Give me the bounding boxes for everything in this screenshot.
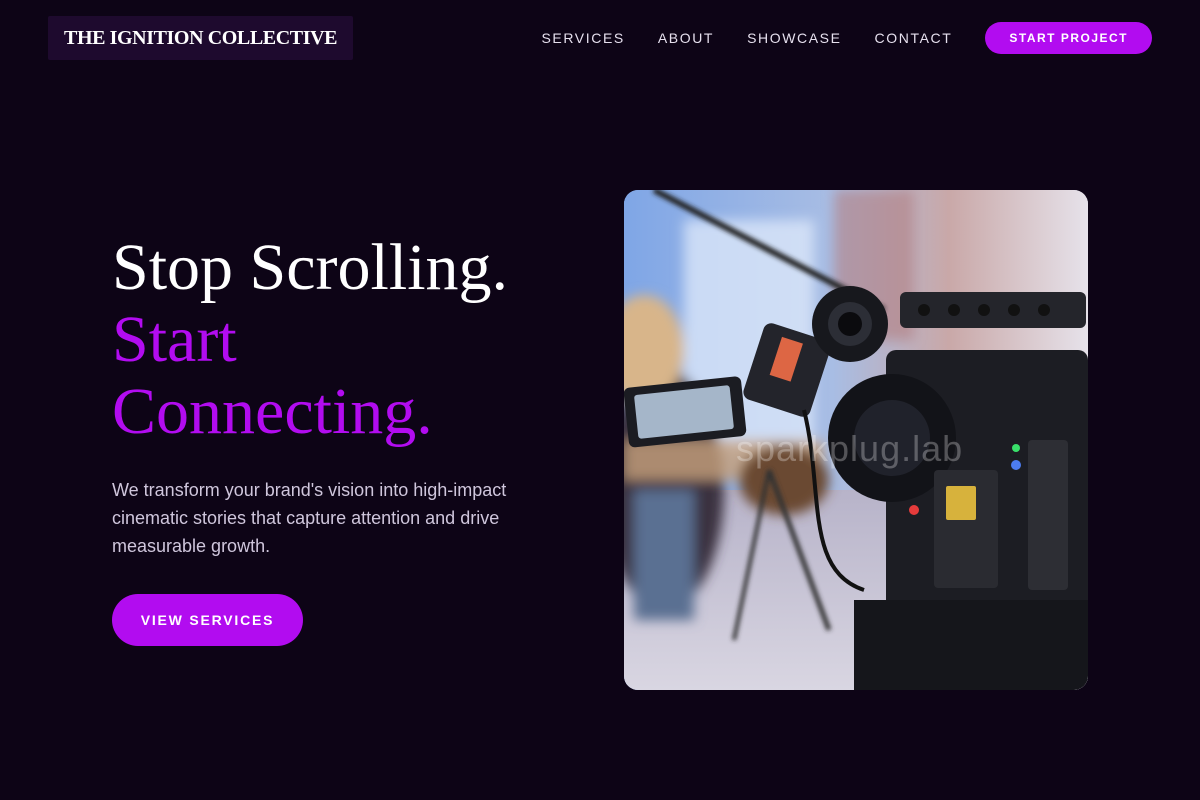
hero-section: Stop Scrolling. Start Connecting. We tra… <box>112 232 582 646</box>
headline-line-2: Start <box>112 303 237 376</box>
start-project-button[interactable]: START PROJECT <box>985 22 1152 54</box>
nav-link-about[interactable]: ABOUT <box>658 30 714 46</box>
nav-link-contact[interactable]: CONTACT <box>875 30 953 46</box>
nav-link-services[interactable]: SERVICES <box>541 30 624 46</box>
view-services-button[interactable]: VIEW SERVICES <box>112 594 303 646</box>
main-nav: SERVICES ABOUT SHOWCASE CONTACT START PR… <box>541 22 1152 54</box>
headline-line-3: Connecting. <box>112 375 433 448</box>
image-watermark: sparkplug.lab <box>736 428 964 469</box>
hero-camera-image: sparkplug.lab <box>624 190 1088 690</box>
brand-logo[interactable]: THE IGNITION COLLECTIVE <box>48 16 354 60</box>
site-header: THE IGNITION COLLECTIVE SERVICES ABOUT S… <box>0 0 1200 76</box>
headline-line-1: Stop Scrolling. <box>112 231 509 304</box>
nav-link-showcase[interactable]: SHOWCASE <box>747 30 841 46</box>
hero-subtext: We transform your brand's vision into hi… <box>112 480 507 556</box>
hero-headline: Stop Scrolling. Start Connecting. <box>112 232 582 448</box>
